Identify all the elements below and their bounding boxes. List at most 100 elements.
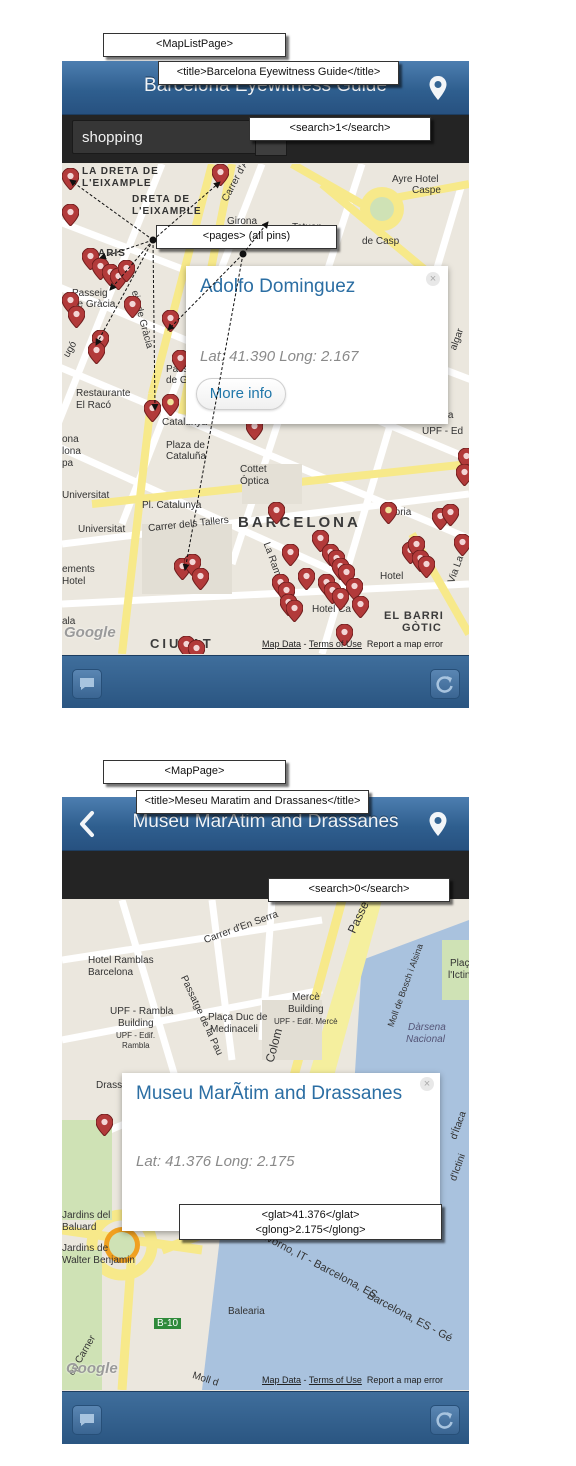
map-pin[interactable] bbox=[380, 502, 397, 524]
map-data-link[interactable]: Map Data bbox=[262, 639, 301, 649]
map-label: L'EIXAMPLE bbox=[82, 178, 152, 189]
chat-button[interactable] bbox=[72, 1405, 102, 1435]
map-label: Jardins de bbox=[62, 1243, 109, 1254]
chat-bubble-icon bbox=[80, 1414, 94, 1426]
annotation-map-list-page: <MapListPage> bbox=[103, 33, 286, 57]
annotation-detail-geo: <glat>41.376</glat> <glong>2.175</glong> bbox=[179, 1204, 442, 1240]
annotation-map-page: <MapPage> bbox=[103, 760, 286, 784]
map-label: Plaza de bbox=[166, 440, 205, 451]
map-label: ements bbox=[62, 564, 95, 575]
map-pin[interactable] bbox=[62, 204, 79, 226]
map-pin[interactable] bbox=[118, 260, 135, 282]
map-attribution: Map Data - Terms of Use Report a map err… bbox=[262, 639, 443, 649]
map-label-district: EL BARRI bbox=[384, 610, 444, 622]
map-pin[interactable] bbox=[188, 640, 205, 654]
google-logo: Google bbox=[66, 1360, 118, 1377]
map-label: Plaç bbox=[450, 958, 469, 969]
map-label: Walter Benjamin bbox=[62, 1255, 135, 1266]
map-label: Hotel bbox=[62, 576, 86, 587]
map-label: Universitat bbox=[78, 524, 126, 535]
map-pin[interactable] bbox=[124, 296, 141, 318]
separator: - bbox=[303, 639, 307, 649]
map-list-screen: Barcelona Eyewitness Guide shopping LA D… bbox=[62, 61, 469, 708]
terms-link[interactable]: Terms of Use bbox=[309, 1375, 362, 1385]
map-label: Hotel Ramblas bbox=[88, 955, 154, 966]
refresh-icon bbox=[436, 1412, 453, 1429]
map-marker-icon[interactable] bbox=[428, 75, 448, 101]
annotation-detail-search: <search>0</search> bbox=[268, 878, 450, 902]
map-pin[interactable] bbox=[162, 310, 179, 332]
app-footer bbox=[62, 655, 469, 708]
annotation-list-title: <title>Barcelona Eyewitness Guide</title… bbox=[158, 61, 399, 85]
page-title: Museu MarÃtim and Drassanes bbox=[132, 811, 399, 832]
map-pin[interactable] bbox=[96, 1114, 113, 1136]
report-map-error-link[interactable]: Report a map error bbox=[367, 1375, 443, 1385]
map-pin[interactable] bbox=[418, 556, 435, 578]
refresh-icon bbox=[436, 676, 453, 693]
terms-link[interactable]: Terms of Use bbox=[309, 639, 362, 649]
map-label: Building bbox=[118, 1018, 154, 1029]
map-label: L'EIXAMPLE bbox=[132, 206, 202, 217]
chat-bubble-icon bbox=[80, 678, 94, 690]
map-label: Building bbox=[288, 1004, 324, 1015]
map-label: UPF - Edif. Mercè bbox=[274, 1017, 338, 1026]
more-info-button[interactable]: More info bbox=[196, 378, 286, 410]
map-pin[interactable] bbox=[456, 464, 469, 486]
map-pin[interactable] bbox=[68, 306, 85, 328]
map-pin[interactable] bbox=[144, 400, 161, 422]
map-label: Jardins del bbox=[62, 1210, 111, 1221]
map-label-district: BARCELONA bbox=[238, 514, 361, 531]
map-pin[interactable] bbox=[454, 534, 469, 556]
map-label: Caspe bbox=[412, 185, 441, 196]
map-data-link[interactable]: Map Data bbox=[262, 1375, 301, 1385]
map-pin[interactable] bbox=[282, 544, 299, 566]
map-label: lona bbox=[62, 446, 81, 457]
map-label: l'Ictin bbox=[448, 970, 469, 981]
map-label: Nacional bbox=[406, 1034, 445, 1045]
google-logo: Google bbox=[64, 624, 116, 641]
map-label: Restaurante bbox=[76, 388, 131, 399]
map-label: Balearia bbox=[228, 1306, 265, 1317]
popup-coordinates: Lat: 41.376 Long: 2.175 bbox=[136, 1153, 295, 1170]
map-pin[interactable] bbox=[62, 168, 79, 190]
map-label: pa bbox=[62, 458, 74, 469]
map-pin[interactable] bbox=[88, 342, 105, 364]
map-label: Rambla bbox=[122, 1041, 150, 1050]
map-pin[interactable] bbox=[162, 394, 179, 416]
refresh-button[interactable] bbox=[430, 669, 460, 699]
map-label: Óptica bbox=[240, 476, 269, 487]
map-label: Drass bbox=[96, 1080, 123, 1091]
map-label: de Casp bbox=[362, 236, 400, 247]
map-pin[interactable] bbox=[268, 502, 285, 524]
map-label: Ayre Hotel bbox=[392, 174, 439, 185]
map-pin[interactable] bbox=[442, 504, 459, 526]
chat-button[interactable] bbox=[72, 669, 102, 699]
close-icon[interactable]: × bbox=[420, 1077, 434, 1091]
annotation-detail-title: <title>Meseu Maratim and Drassanes</titl… bbox=[136, 790, 369, 814]
map-label: Universitat bbox=[62, 490, 110, 501]
report-map-error-link[interactable]: Report a map error bbox=[367, 639, 443, 649]
map-pin[interactable] bbox=[212, 164, 229, 186]
map-pin[interactable] bbox=[298, 568, 315, 590]
map-pin[interactable] bbox=[352, 596, 369, 618]
map-marker-icon[interactable] bbox=[428, 811, 448, 837]
map-label: Hotel bbox=[380, 571, 404, 582]
refresh-button[interactable] bbox=[430, 1405, 460, 1435]
map-label: Mercè bbox=[292, 992, 320, 1003]
annotation-glat: <glat>41.376</glat> bbox=[261, 1209, 360, 1221]
map-label: DRETA DE bbox=[132, 194, 190, 205]
map-label: Cataluña bbox=[166, 451, 207, 462]
map-pin[interactable] bbox=[192, 568, 209, 590]
map-attribution: Map Data - Terms of Use Report a map err… bbox=[262, 1375, 443, 1385]
separator: - bbox=[303, 1375, 307, 1385]
map-view[interactable]: Hotel Ramblas Barcelona UPF - Rambla Bui… bbox=[62, 900, 469, 1390]
popup-coordinates: Lat: 41.390 Long: 2.167 bbox=[200, 348, 359, 365]
map-pin[interactable] bbox=[286, 600, 303, 622]
map-label: Dàrsena bbox=[408, 1022, 446, 1033]
map-label: B-10 bbox=[154, 1318, 182, 1329]
map-label: Cottet bbox=[240, 464, 267, 475]
search-input[interactable]: shopping bbox=[72, 120, 257, 154]
map-label: UPF - Ed bbox=[422, 426, 464, 437]
close-icon[interactable]: × bbox=[426, 272, 440, 286]
info-popup: Adolfo Dominguez × Lat: 41.390 Long: 2.1… bbox=[186, 266, 448, 424]
